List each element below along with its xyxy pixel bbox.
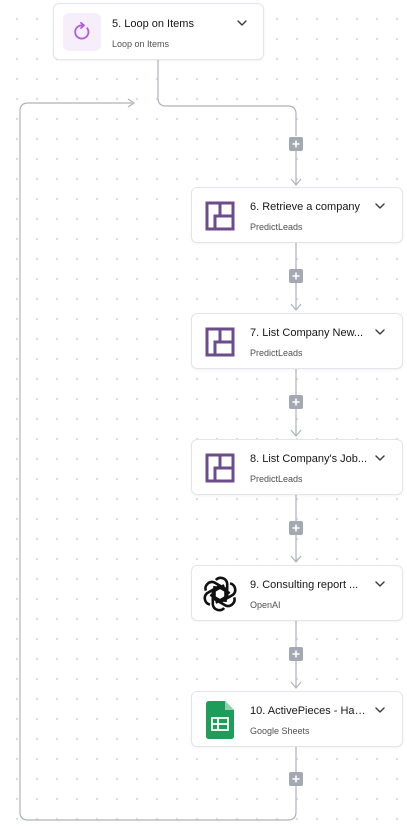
plus-icon xyxy=(292,650,300,658)
predictleads-logo-icon xyxy=(201,197,239,235)
step-title: 7. List Company New... xyxy=(250,327,364,339)
step-card-list-company-jobs[interactable]: 8. List Company's Job... PredictLeads xyxy=(191,439,403,495)
add-step-button[interactable] xyxy=(289,647,303,661)
step-subtitle: Loop on Items xyxy=(112,39,170,49)
step-card-list-company-news[interactable]: 7. List Company New... PredictLeads xyxy=(191,313,403,369)
step-title: 5. Loop on Items xyxy=(112,18,194,30)
chevron-down-icon[interactable] xyxy=(374,328,386,336)
chevron-down-icon[interactable] xyxy=(236,19,248,27)
chevron-down-icon[interactable] xyxy=(374,580,386,588)
step-card-consulting-report[interactable]: 9. Consulting report ... OpenAI xyxy=(191,565,403,621)
step-title: 9. Consulting report ... xyxy=(250,579,359,591)
chevron-down-icon[interactable] xyxy=(374,202,386,210)
loop-icon xyxy=(63,13,101,51)
step-card-retrieve-company[interactable]: 6. Retrieve a company PredictLeads xyxy=(191,187,403,243)
add-step-button[interactable] xyxy=(289,269,303,283)
step-title: 8. List Company's Job... xyxy=(250,453,368,465)
predictleads-logo-icon xyxy=(201,449,239,487)
step-card-loop-on-items[interactable]: 5. Loop on Items Loop on Items xyxy=(53,3,264,60)
plus-icon xyxy=(292,140,300,148)
chevron-down-icon[interactable] xyxy=(374,454,386,462)
add-step-button[interactable] xyxy=(289,521,303,535)
plus-icon xyxy=(292,775,300,783)
step-subtitle: PredictLeads xyxy=(250,222,303,232)
plus-icon xyxy=(292,272,300,280)
step-title: 6. Retrieve a company xyxy=(250,201,361,213)
plus-icon xyxy=(292,398,300,406)
add-step-button[interactable] xyxy=(289,395,303,409)
add-step-button[interactable] xyxy=(289,772,303,786)
step-subtitle: OpenAI xyxy=(250,600,281,610)
google-sheets-icon xyxy=(201,701,239,739)
step-card-activepieces-sheet[interactable]: 10. ActivePieces - Hac... Google Sheets xyxy=(191,691,403,747)
chevron-down-icon[interactable] xyxy=(374,706,386,714)
step-title: 10. ActivePieces - Hac... xyxy=(250,705,368,717)
predictleads-logo-icon xyxy=(201,323,239,361)
add-step-button[interactable] xyxy=(289,137,303,151)
plus-icon xyxy=(292,524,300,532)
step-subtitle: PredictLeads xyxy=(250,474,303,484)
openai-logo-icon xyxy=(201,575,239,613)
step-subtitle: PredictLeads xyxy=(250,348,303,358)
step-subtitle: Google Sheets xyxy=(250,726,310,736)
